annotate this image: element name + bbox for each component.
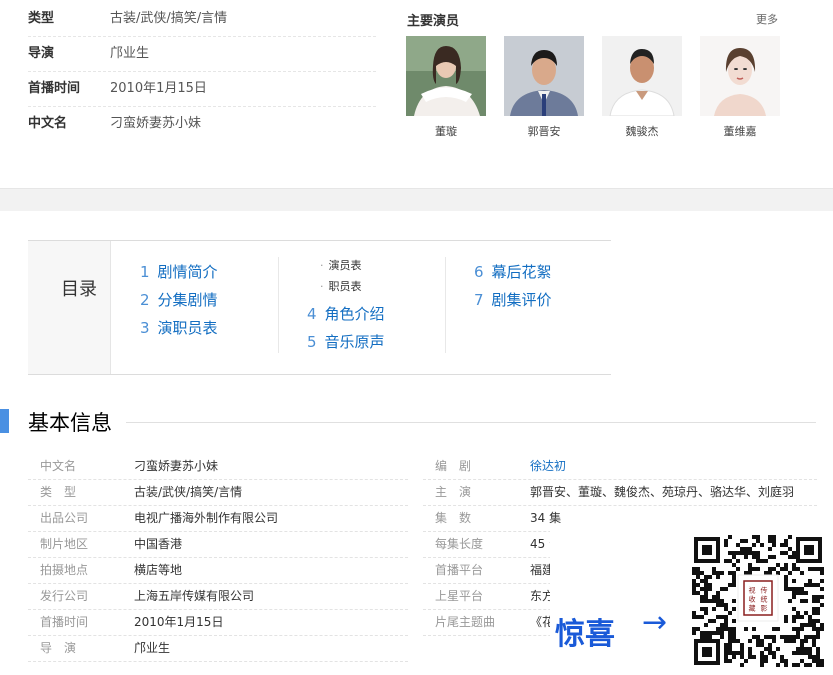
toc-column-divider: [445, 257, 446, 353]
section-title-rule: [126, 422, 816, 423]
info-value: 邝业生: [134, 641, 171, 655]
summary-key: 首播时间: [28, 81, 81, 96]
info-value: 上海五岸传媒有限公司: [134, 589, 255, 603]
info-key: 上星平台: [435, 589, 484, 603]
cast-title: 主要演员: [407, 14, 460, 29]
actor-photo[interactable]: [504, 36, 584, 116]
summary-value: 古装/武侠/搞笑/言情: [110, 11, 228, 26]
info-key: 中文名: [40, 459, 77, 473]
toc-item-number: 2: [140, 291, 150, 309]
cast-card[interactable]: 郭晋安: [504, 36, 584, 139]
catalog-box: 目录 1 剧情简介 2 分集剧情 3 演职员表 演员表 职员表 4 角色介绍 5 音乐原声…: [28, 240, 611, 375]
toc-item-number: 4: [307, 305, 317, 323]
info-value: 横店等地: [134, 563, 183, 577]
actor-photo[interactable]: [406, 36, 486, 116]
info-key: 类 型: [40, 485, 77, 499]
toc-column-divider: [278, 257, 279, 353]
toc-item-number: 3: [140, 319, 150, 337]
toc-item[interactable]: 1 剧情简介: [140, 261, 218, 282]
toc-item-label: 剧集评价: [491, 291, 552, 309]
qr-code-image[interactable]: 传统影视收藏: [692, 535, 824, 671]
info-value: 郭晋安、董璇、魏俊杰、苑琼丹、骆达华、刘庭羽: [530, 485, 795, 499]
info-key: 编 剧: [435, 459, 472, 473]
toc-item-number: 7: [474, 291, 484, 309]
toc-item[interactable]: 6 幕后花絮: [474, 261, 552, 282]
info-row: 拍摄地点 横店等地: [28, 557, 408, 584]
toc-item-number: 1: [140, 263, 150, 281]
info-key: 首播时间: [40, 615, 89, 629]
summary-key: 导演: [28, 46, 55, 61]
summary-row-director: 导演 邝业生: [28, 37, 376, 72]
toc-item[interactable]: 5 音乐原声: [307, 331, 385, 352]
summary-value: 邝业生: [110, 46, 150, 61]
actor-photo[interactable]: [700, 36, 780, 116]
surprise-text: 惊喜: [555, 617, 615, 652]
cast-card[interactable]: 魏骏杰: [602, 36, 682, 139]
section-divider-band: [0, 188, 833, 211]
info-key: 制片地区: [40, 537, 89, 551]
arrow-right-icon: →: [642, 605, 668, 640]
catalog-label-cell: 目录: [28, 241, 111, 374]
summary-key: 类型: [28, 11, 55, 26]
info-value: 刁蛮娇妻苏小妹: [134, 459, 219, 473]
toc-item[interactable]: 3 演职员表: [140, 317, 218, 338]
toc-item[interactable]: 2 分集剧情: [140, 289, 218, 310]
info-value: 电视广播海外制作有限公司: [134, 511, 279, 525]
toc-item[interactable]: 7 剧集评价: [474, 289, 552, 310]
info-key: 发行公司: [40, 589, 89, 603]
actor-name[interactable]: 魏骏杰: [602, 123, 682, 139]
summary-value: 2010年1月15日: [110, 81, 207, 96]
info-key: 片尾主题曲: [435, 615, 496, 629]
info-value: 中国香港: [134, 537, 183, 551]
summary-row-type: 类型 古装/武侠/搞笑/言情: [28, 2, 376, 37]
info-row: 发行公司 上海五岸传媒有限公司: [28, 583, 408, 610]
info-key: 出品公司: [40, 511, 89, 525]
cast-more-link[interactable]: 更多: [756, 11, 778, 27]
info-row: 主 演 郭晋安、董璇、魏俊杰、苑琼丹、骆达华、刘庭羽: [423, 479, 817, 506]
info-key: 首播平台: [435, 563, 484, 577]
screenwriter-link[interactable]: 徐达初: [530, 453, 566, 479]
info-value: 2010年1月15日: [134, 615, 224, 629]
summary-row-chinese-name: 中文名 刁蛮娇妻苏小妹: [28, 107, 376, 141]
info-row: 中文名 刁蛮娇妻苏小妹: [28, 453, 408, 480]
summary-row-premiere: 首播时间 2010年1月15日: [28, 72, 376, 107]
toc-item-label: 幕后花絮: [491, 263, 552, 281]
section-title: 基本信息: [28, 411, 112, 435]
toc-item-label: 演职员表: [157, 319, 218, 337]
info-value: 34 集: [530, 511, 562, 525]
info-key: 拍摄地点: [40, 563, 89, 577]
toc-item-number: 5: [307, 333, 317, 351]
info-row: 集 数 34 集: [423, 505, 817, 532]
info-key: 主 演: [435, 485, 472, 499]
catalog-label: 目录: [61, 279, 97, 300]
toc-subitem[interactable]: 职员表: [320, 278, 362, 294]
info-row: 编 剧 徐达初: [423, 453, 817, 480]
cast-card[interactable]: 董维嘉: [700, 36, 780, 139]
actor-name[interactable]: 郭晋安: [504, 123, 584, 139]
info-row: 首播时间 2010年1月15日: [28, 609, 408, 636]
summary-key: 中文名: [28, 116, 68, 131]
toc-item[interactable]: 4 角色介绍: [307, 303, 385, 324]
info-row: 出品公司 电视广播海外制作有限公司: [28, 505, 408, 532]
toc-item-number: 6: [474, 263, 484, 281]
cast-card[interactable]: 董璇: [406, 36, 486, 139]
info-key: 导 演: [40, 641, 77, 655]
actor-name[interactable]: 董维嘉: [700, 123, 780, 139]
toc-item-label: 音乐原声: [324, 333, 385, 351]
info-key: 集 数: [435, 511, 472, 525]
toc-item-label: 剧情简介: [157, 263, 218, 281]
info-row: 导 演 邝业生: [28, 635, 408, 662]
actor-photo[interactable]: [602, 36, 682, 116]
info-row: 类 型 古装/武侠/搞笑/言情: [28, 479, 408, 506]
summary-value: 刁蛮娇妻苏小妹: [110, 116, 202, 131]
toc-item-label: 角色介绍: [324, 305, 385, 323]
info-value: 古装/武侠/搞笑/言情: [134, 485, 243, 499]
section-accent-bar: [0, 409, 9, 433]
toc-item-label: 分集剧情: [157, 291, 218, 309]
info-row: 制片地区 中国香港: [28, 531, 408, 558]
toc-subitem[interactable]: 演员表: [320, 257, 362, 273]
actor-name[interactable]: 董璇: [406, 123, 486, 139]
info-key: 每集长度: [435, 537, 484, 551]
